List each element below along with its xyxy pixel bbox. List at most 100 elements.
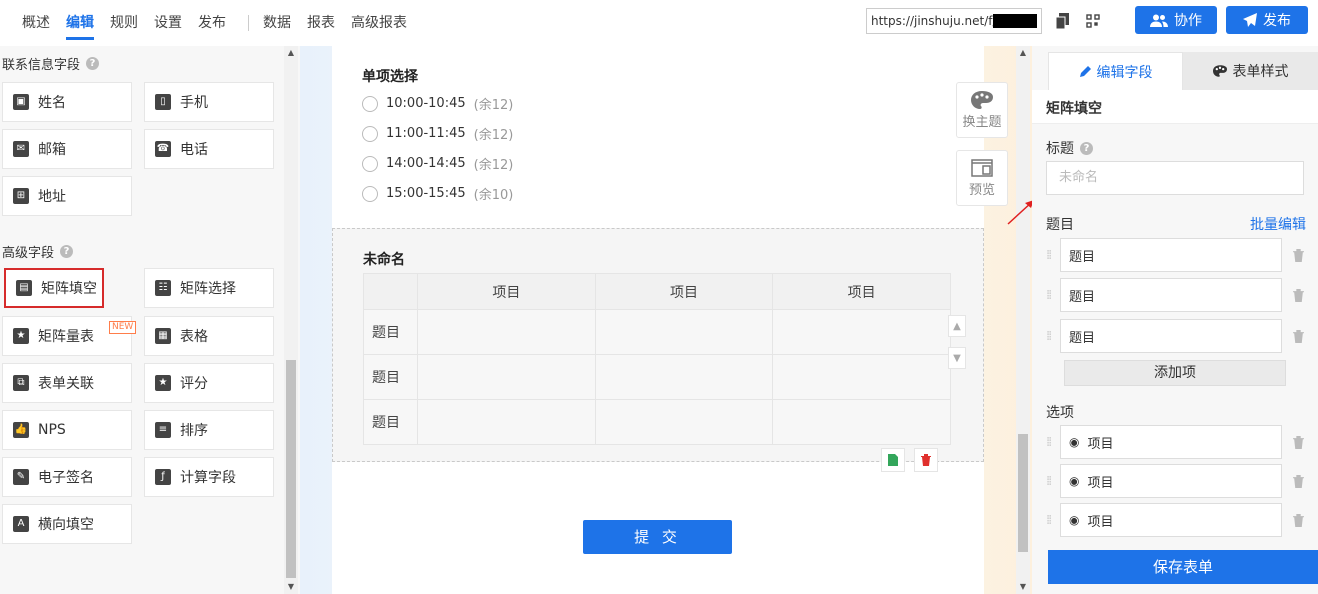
delete-item-button[interactable] (1282, 329, 1304, 343)
duplicate-field-button[interactable] (881, 448, 905, 472)
nav-advanced-reports[interactable]: 高级报表 (343, 0, 415, 46)
copy-link-button[interactable] (1050, 8, 1076, 34)
matrix-cell[interactable] (772, 354, 951, 400)
help-icon[interactable]: ? (86, 57, 100, 70)
canvas-scroll-thumb[interactable] (1018, 434, 1028, 552)
copy-doc-icon (888, 454, 898, 466)
field-label: 电话 (180, 142, 208, 158)
field-email[interactable]: ✉ 邮箱 (2, 129, 132, 169)
scroll-down-arrow[interactable]: ▼ (1016, 582, 1030, 591)
list-check-icon: ☷ (155, 280, 171, 296)
matrix-cell[interactable] (772, 399, 951, 445)
matrix-cell[interactable] (417, 309, 596, 355)
radio-option[interactable]: 15:00-15:45 (余10) (362, 184, 513, 203)
nav-overview[interactable]: 概述 (14, 0, 58, 46)
radio-button[interactable] (362, 95, 378, 112)
preview-button[interactable]: 预览 (956, 150, 1008, 206)
field-name[interactable]: ▣ 姓名 (2, 82, 132, 122)
save-form-button[interactable]: 保存表单 (1048, 550, 1318, 584)
field-signature[interactable]: ✎ 电子签名 (2, 457, 132, 497)
delete-item-button[interactable] (1282, 474, 1304, 488)
nav-data[interactable]: 数据 (263, 0, 299, 46)
delete-item-button[interactable] (1282, 513, 1304, 527)
matrix-cell[interactable] (594, 354, 774, 400)
delete-item-button[interactable] (1282, 248, 1304, 262)
field-mobile[interactable]: ▯ 手机 (144, 82, 274, 122)
submit-button[interactable]: 提 交 (583, 520, 732, 554)
field-inline-fill[interactable]: A 横向填空 (2, 504, 132, 544)
tab-form-style[interactable]: 表单样式 (1183, 52, 1318, 90)
question-item-input[interactable]: 题目 (1060, 238, 1282, 272)
matrix-cell[interactable] (417, 399, 596, 445)
question-item-text: 题目 (1069, 330, 1096, 346)
publish-button[interactable]: 发布 (1226, 6, 1308, 34)
canvas-scrollbar[interactable]: ▲ ▼ (1016, 46, 1030, 594)
tab-edit-field[interactable]: 编辑字段 (1048, 52, 1183, 90)
delete-field-button[interactable] (914, 448, 938, 472)
eye-icon[interactable]: ◉ (1069, 435, 1079, 449)
nav-publish[interactable]: 发布 (190, 0, 234, 46)
nav-reports[interactable]: 报表 (299, 0, 343, 46)
field-matrix-scale[interactable]: ★ 矩阵量表 NEW (2, 316, 137, 356)
option-remaining: (余12) (473, 158, 514, 173)
move-down-button[interactable]: ▼ (948, 347, 966, 369)
field-table[interactable]: ▦ 表格 (144, 316, 274, 356)
radio-option[interactable]: 11:00-11:45 (余12) (362, 124, 513, 143)
envelope-icon: ✉ (13, 141, 29, 157)
matrix-cell[interactable] (594, 309, 774, 355)
field-phone[interactable]: ☎ 电话 (144, 129, 274, 169)
eye-icon[interactable]: ◉ (1069, 513, 1079, 527)
field-rating[interactable]: ★ 评分 (144, 363, 274, 403)
radio-button[interactable] (362, 155, 378, 172)
option-item-input[interactable]: ◉ 项目 (1060, 425, 1282, 459)
move-up-button[interactable]: ▲ (948, 315, 966, 337)
collaborate-button[interactable]: 协作 (1135, 6, 1217, 34)
radio-option[interactable]: 14:00-14:45 (余12) (362, 154, 513, 173)
question-item-input[interactable]: 题目 (1060, 319, 1282, 353)
drag-handle-icon[interactable]: ⁞⁞ (1046, 288, 1060, 303)
question-item-input[interactable]: 题目 (1060, 278, 1282, 312)
field-matrix-choice[interactable]: ☷ 矩阵选择 (144, 268, 274, 308)
drag-handle-icon[interactable]: ⁞⁞ (1046, 513, 1060, 528)
field-matrix-fill[interactable]: ▤ 矩阵填空 (4, 268, 104, 308)
nav-edit[interactable]: 编辑 (58, 0, 102, 46)
qrcode-button[interactable] (1080, 8, 1106, 34)
form-url-field[interactable]: https://jinshuju.net/f/u (866, 8, 1042, 34)
title-input[interactable]: 未命名 (1046, 161, 1304, 195)
matrix-question-block[interactable]: 未命名 项目 项目 项目 题目 题目 题目 ▲ ▼ (332, 228, 984, 472)
field-address[interactable]: ⊞ 地址 (2, 176, 132, 216)
scroll-up-arrow[interactable]: ▲ (1016, 48, 1030, 57)
left-scrollbar[interactable]: ▲ ▼ (284, 46, 298, 594)
drag-handle-icon[interactable]: ⁞⁞ (1046, 248, 1060, 263)
radio-button[interactable] (362, 125, 378, 142)
scroll-down-arrow[interactable]: ▼ (284, 582, 298, 591)
option-item-input[interactable]: ◉ 项目 (1060, 464, 1282, 498)
drag-handle-icon[interactable]: ⁞⁞ (1046, 329, 1060, 344)
radio-button[interactable] (362, 185, 378, 202)
matrix-cell[interactable] (594, 399, 774, 445)
add-item-button[interactable]: 添加项 (1064, 360, 1286, 386)
field-formula[interactable]: ƒ 计算字段 (144, 457, 274, 497)
option-item-input[interactable]: ◉ 项目 (1060, 503, 1282, 537)
drag-handle-icon[interactable]: ⁞⁞ (1046, 435, 1060, 450)
nav-settings[interactable]: 设置 (146, 0, 190, 46)
left-scroll-thumb[interactable] (286, 360, 296, 578)
matrix-cell[interactable] (772, 309, 951, 355)
help-icon[interactable]: ? (60, 245, 74, 258)
change-theme-button[interactable]: 换主题 (956, 82, 1008, 138)
delete-item-button[interactable] (1282, 288, 1304, 302)
field-nps[interactable]: 👍 NPS (2, 410, 132, 450)
eye-icon[interactable]: ◉ (1069, 474, 1079, 488)
drag-handle-icon[interactable]: ⁞⁞ (1046, 474, 1060, 489)
field-sort[interactable]: ≡ 排序 (144, 410, 274, 450)
delete-item-button[interactable] (1282, 435, 1304, 449)
batch-edit-link[interactable]: 批量编辑 (1250, 214, 1306, 234)
radio-option[interactable]: 10:00-10:45 (余12) (362, 94, 513, 113)
nav-rules[interactable]: 规则 (102, 0, 146, 46)
matrix-cell[interactable] (417, 354, 596, 400)
scroll-up-arrow[interactable]: ▲ (284, 48, 298, 57)
field-label: NPS (38, 422, 66, 438)
field-form-link[interactable]: ⧉ 表单关联 (2, 363, 132, 403)
help-icon[interactable]: ? (1080, 141, 1093, 155)
matrix-corner (363, 273, 418, 310)
